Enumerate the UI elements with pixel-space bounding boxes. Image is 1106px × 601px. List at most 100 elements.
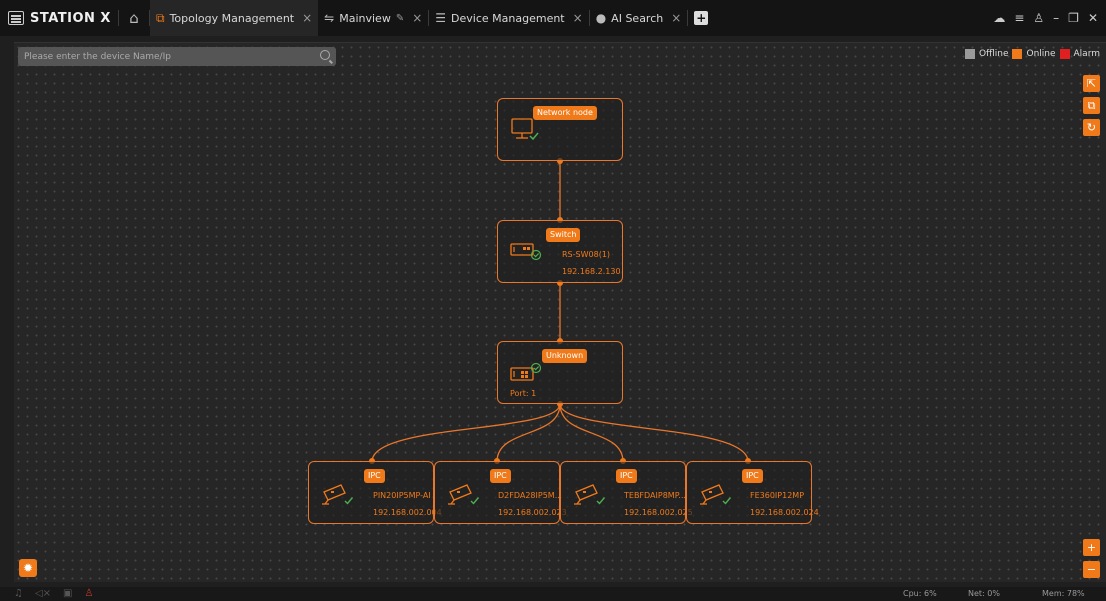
edit-icon[interactable]: ✎ <box>396 13 404 24</box>
topology-canvas[interactable]: Offline Online Alarm ⇱ ⧉ ↻ + − ✹ <box>14 42 1106 582</box>
camera-icon <box>322 484 354 505</box>
device-name: RS-SW08(1) <box>562 250 611 259</box>
network-node-card[interactable]: Network node <box>497 98 623 161</box>
station-logo-icon <box>8 11 24 25</box>
unknown-node-card[interactable]: Unknown Port: 1 <box>497 341 623 404</box>
camera-icon <box>700 484 732 505</box>
person-icon: ● <box>595 11 607 25</box>
device-ip: 192.168.002.023 <box>498 508 567 517</box>
tab-close-icon[interactable]: × <box>302 11 312 25</box>
switch-node-card[interactable]: Switch RS-SW08(1) 192.168.2.130 <box>497 220 623 283</box>
app-title: STATION X <box>30 10 111 26</box>
cpu-usage: Cpu: 6% <box>903 589 937 598</box>
layout-button[interactable]: ⧉ <box>1083 97 1100 114</box>
legend-offline-swatch <box>964 49 975 59</box>
topology-icon: ⧉ <box>156 10 165 25</box>
tab-mainview[interactable]: ⇋ Mainview ✎ × <box>318 0 428 36</box>
legend-offline-label: Offline <box>978 49 1009 59</box>
link-unknown-ipc-3 <box>559 403 624 462</box>
app-window: STATION X ⌂ ⧉ Topology Management × ⇋ Ma… <box>0 0 1106 601</box>
link-unknown-ipc-2 <box>496 403 561 462</box>
zoom-out-button[interactable]: − <box>1083 561 1100 578</box>
device-search <box>18 47 336 66</box>
ipc-node-card[interactable]: IPC D2FDA28IP5M... 192.168.002.023 <box>434 461 567 524</box>
tab-device-management[interactable]: ☰ Device Management × <box>429 0 588 36</box>
node-type-badge: IPC <box>364 469 385 483</box>
device-name: TEBFDAIP8MP... <box>624 491 686 500</box>
export-button[interactable]: ⇱ <box>1083 75 1100 92</box>
close-icon[interactable]: ✕ <box>1088 11 1098 25</box>
app-logo: STATION X <box>0 11 118 26</box>
tab-close-icon[interactable]: × <box>412 11 422 25</box>
legend-online-swatch <box>1012 49 1023 59</box>
user-icon[interactable]: ♙ <box>1033 11 1044 25</box>
node-type-badge: Unknown <box>542 349 588 363</box>
refresh-icon: ↻ <box>1086 121 1097 134</box>
tab-close-icon[interactable]: × <box>671 11 681 25</box>
device-ip: 192.168.002.004 <box>373 508 442 517</box>
device-ip: 192.168.2.130 <box>562 267 621 276</box>
monitor-icon <box>511 118 539 141</box>
camera-icon <box>574 484 606 505</box>
zoom-in-button[interactable]: + <box>1083 539 1100 556</box>
notification-icon[interactable]: ♫ <box>14 588 23 599</box>
link-unknown-ipc-1 <box>371 403 561 462</box>
plus-icon: + <box>1086 541 1097 554</box>
refresh-button[interactable]: ↻ <box>1083 119 1100 136</box>
status-icons: ♫ ◁× ▣ ♙ <box>14 588 93 599</box>
tab-ai-search[interactable]: ● AI Search × <box>590 0 688 36</box>
add-tab-button[interactable]: + <box>694 11 709 25</box>
ipc-node-card[interactable]: IPC FE360IP12MP 192.168.002.024 <box>686 461 819 524</box>
switch-icon <box>510 243 542 261</box>
minimize-icon[interactable]: – <box>1053 11 1059 25</box>
home-button[interactable]: ⌂ <box>119 0 149 36</box>
ipc-node-card[interactable]: IPC PIN20IP5MP-AI 192.168.002.004 <box>308 461 442 524</box>
record-icon[interactable]: ▣ <box>63 588 72 599</box>
hierarchy-icon: ⧉ <box>1087 99 1096 112</box>
net-usage: Net: 0% <box>968 589 1000 598</box>
alarm-icon[interactable]: ♙ <box>85 588 94 599</box>
link-unknown-ipc-4 <box>559 403 749 462</box>
home-icon: ⌂ <box>129 9 139 27</box>
mem-usage: Mem: 78% <box>1042 589 1085 598</box>
title-bar: STATION X ⌂ ⧉ Topology Management × ⇋ Ma… <box>0 0 1106 36</box>
legend-alarm-label: Alarm <box>1073 49 1100 59</box>
window-controls: ☁ ≡ ♙ – ❐ ✕ <box>993 0 1098 36</box>
port-label: Port: 1 <box>510 389 537 398</box>
device-management-icon: ☰ <box>435 11 447 25</box>
node-type-badge: IPC <box>742 469 763 483</box>
export-icon: ⇱ <box>1086 77 1097 90</box>
minus-icon: − <box>1086 563 1097 576</box>
status-legend: Offline Online Alarm <box>964 49 1100 59</box>
tab-label: Topology Management <box>169 11 295 25</box>
device-name: D2FDA28IP5M... <box>498 491 563 500</box>
node-type-badge: IPC <box>616 469 637 483</box>
device-name: FE360IP12MP <box>750 491 805 500</box>
tab-label: AI Search <box>611 11 664 25</box>
device-ip: 192.168.002.025 <box>624 508 693 517</box>
title-separator <box>687 10 689 26</box>
device-name: PIN20IP5MP-AI <box>373 491 431 500</box>
mainview-icon: ⇋ <box>324 11 335 25</box>
ipc-node-card[interactable]: IPC TEBFDAIP8MP... 192.168.002.025 <box>560 461 693 524</box>
search-icon[interactable] <box>320 50 330 60</box>
unknown-device-icon <box>510 362 542 381</box>
mute-icon[interactable]: ◁× <box>35 588 51 599</box>
menu-icon[interactable]: ≡ <box>1014 11 1024 25</box>
tab-close-icon[interactable]: × <box>573 11 583 25</box>
status-bar: ♫ ◁× ▣ ♙ Cpu: 6% Net: 0% Mem: 78% <box>0 587 1106 601</box>
cloud-icon[interactable]: ☁ <box>993 11 1005 25</box>
node-type-badge: IPC <box>490 469 511 483</box>
restore-icon[interactable]: ❐ <box>1068 11 1079 25</box>
node-type-badge: Switch <box>546 228 581 242</box>
settings-button[interactable]: ✹ <box>19 559 37 577</box>
legend-alarm-swatch <box>1059 49 1070 59</box>
node-type-badge: Network node <box>533 106 597 120</box>
legend-online-label: Online <box>1026 49 1056 59</box>
tab-label: Device Management <box>451 11 565 25</box>
search-input[interactable] <box>18 51 310 62</box>
tab-topology-management[interactable]: ⧉ Topology Management × <box>150 0 319 36</box>
device-ip: 192.168.002.024 <box>750 508 819 517</box>
tab-label: Mainview <box>339 11 391 25</box>
gear-icon: ✹ <box>22 561 34 575</box>
